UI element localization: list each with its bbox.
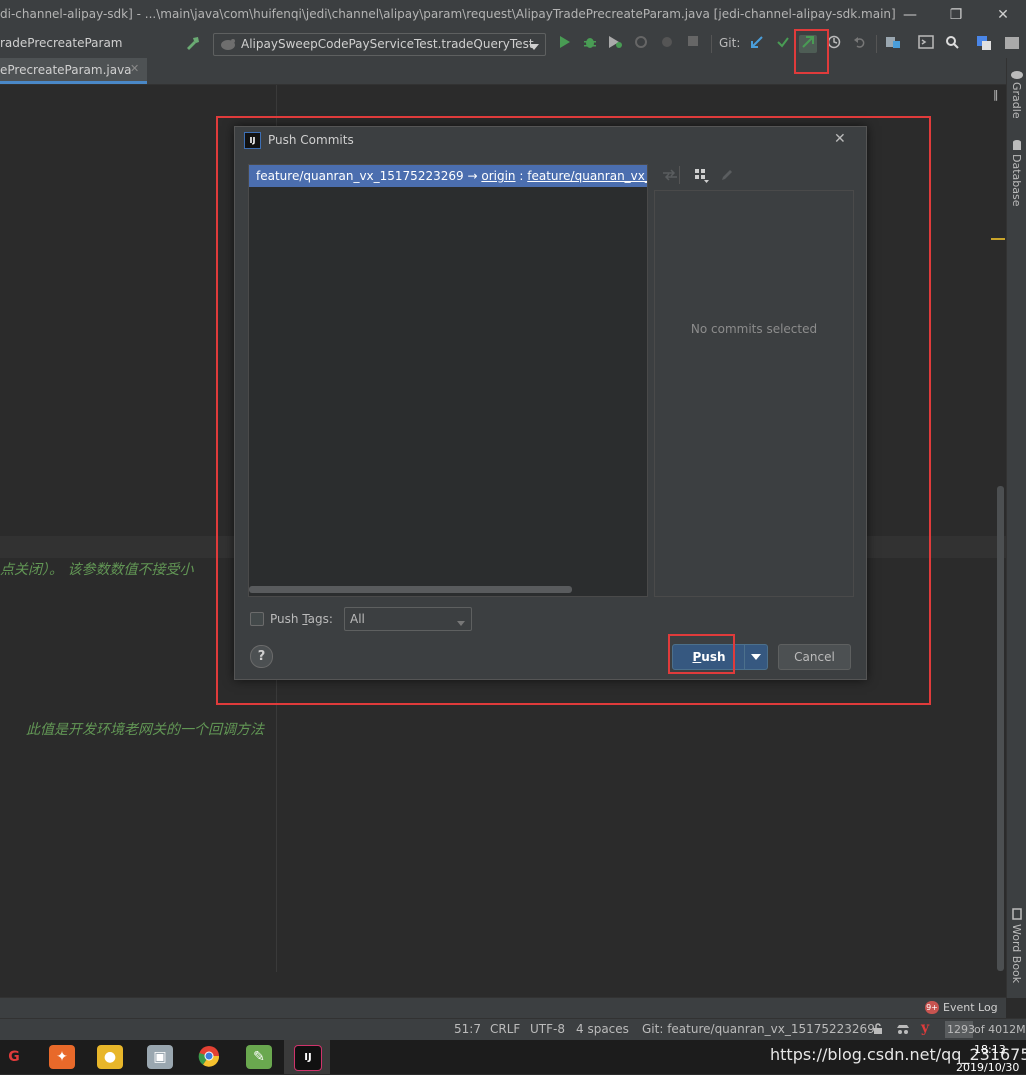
junit-config-icon xyxy=(220,37,236,54)
event-log-button[interactable]: Event Log xyxy=(943,1001,998,1014)
terminal-window-icon[interactable] xyxy=(917,35,935,53)
rollback-icon[interactable] xyxy=(851,35,869,53)
run-configuration-dropdown[interactable]: AlipaySweepCodePayServiceTest.tradeQuery… xyxy=(213,33,546,56)
right-tool-strip: Gradle Database Word Book xyxy=(1006,58,1026,998)
highlight-push-button xyxy=(668,634,735,674)
notepad-icon[interactable]: ✎ xyxy=(246,1045,272,1069)
highlight-push-toolbar xyxy=(794,29,829,74)
status-bar: 51:7 CRLF UTF-8 4 spaces Git: feature/qu… xyxy=(0,1018,1026,1041)
plugin-y-icon[interactable]: y xyxy=(921,1020,929,1036)
tool-plugin-icon[interactable] xyxy=(1003,35,1021,53)
editor-tab-bar: ePrecreateParam.java ✕ xyxy=(0,58,1006,85)
clock-time: 18:13 xyxy=(974,1043,1006,1056)
git-update-icon[interactable] xyxy=(748,35,766,53)
toolbar-separator xyxy=(876,35,877,53)
event-log-badge: 9+ xyxy=(925,1001,939,1014)
title-bar: di-channel-alipay-sdk] - ...\main\java\c… xyxy=(0,0,1026,30)
code-comment: 点关闭）。 该参数数值不接受小 xyxy=(0,562,194,578)
debug-icon[interactable] xyxy=(581,35,599,53)
chevron-down-icon xyxy=(529,40,539,54)
chrome-icon[interactable] xyxy=(196,1045,222,1069)
stop-icon[interactable] xyxy=(684,35,702,53)
chat-app-icon[interactable]: ● xyxy=(97,1045,123,1069)
git-branch-widget[interactable]: Git: feature/quanran_vx_15175223269 xyxy=(642,1022,875,1036)
caret-position[interactable]: 51:7 xyxy=(454,1022,481,1036)
highlight-dialog xyxy=(216,116,931,705)
file-encoding[interactable]: UTF-8 xyxy=(530,1022,565,1036)
attach-icon[interactable] xyxy=(658,35,676,53)
project-structure-icon[interactable] xyxy=(884,35,902,53)
wordbook-tool-tab[interactable]: Word Book xyxy=(1010,924,1023,983)
git-label: Git: xyxy=(719,36,741,50)
tab-close-icon[interactable]: ✕ xyxy=(130,62,139,75)
window-title: di-channel-alipay-sdk] - ...\main\java\c… xyxy=(0,7,896,21)
profile-icon[interactable] xyxy=(632,35,650,53)
gradle-tool-tab[interactable]: Gradle xyxy=(1010,82,1023,119)
database-tool-tab[interactable]: Database xyxy=(1010,154,1023,207)
toolbar-separator xyxy=(711,35,712,53)
error-stripe-mark[interactable] xyxy=(991,238,1005,240)
bottom-tool-strip: 9+ Event Log xyxy=(0,997,1006,1019)
database-icon xyxy=(1012,140,1022,155)
search-icon[interactable] xyxy=(943,35,961,53)
lock-icon[interactable] xyxy=(872,1023,884,1038)
indent-setting[interactable]: 4 spaces xyxy=(576,1022,629,1036)
git-commit-icon[interactable] xyxy=(774,35,792,53)
build-hammer-icon[interactable] xyxy=(184,35,202,53)
inspector-icon[interactable] xyxy=(896,1023,910,1038)
close-window-button[interactable]: ✕ xyxy=(988,5,1018,25)
clock-date: 2019/10/30 xyxy=(956,1061,1020,1074)
app-icon-red[interactable]: G xyxy=(1,1045,27,1069)
editor-tab-label: ePrecreateParam.java xyxy=(0,63,132,77)
run-icon[interactable] xyxy=(555,35,573,53)
rocket-app-icon[interactable]: ✦ xyxy=(49,1045,75,1069)
intellij-icon: IJ xyxy=(294,1045,322,1071)
pause-icon[interactable]: ‖ xyxy=(993,88,999,101)
coverage-icon[interactable] xyxy=(606,35,624,53)
remote-desktop-icon[interactable]: ▣ xyxy=(147,1045,173,1069)
code-comment: 此值是开发环境老网关的一个回调方法 xyxy=(26,722,264,738)
run-config-label: AlipaySweepCodePayServiceTest.tradeQuery… xyxy=(241,37,534,51)
editor-tab[interactable]: ePrecreateParam.java ✕ xyxy=(0,58,147,84)
memory-total: of 4012M xyxy=(974,1023,1026,1036)
vertical-scrollbar[interactable] xyxy=(997,486,1004,971)
minimize-button[interactable]: — xyxy=(895,5,925,25)
windows-taskbar: G ✦ ● ▣ ✎ IJ https://blog.csdn.net/qq_23… xyxy=(0,1040,1026,1074)
active-taskbar-item[interactable]: IJ xyxy=(284,1040,330,1074)
breadcrumb[interactable]: radePrecreateParam xyxy=(0,36,122,50)
gradle-elephant-icon xyxy=(1010,68,1024,82)
translate-icon[interactable] xyxy=(975,35,993,53)
restore-button[interactable]: ❐ xyxy=(941,5,971,25)
main-toolbar: radePrecreateParam AlipaySweepCodePaySer… xyxy=(0,30,1026,59)
line-separator[interactable]: CRLF xyxy=(490,1022,520,1036)
memory-used: 1293 xyxy=(947,1023,975,1036)
wordbook-icon xyxy=(1012,908,1022,923)
